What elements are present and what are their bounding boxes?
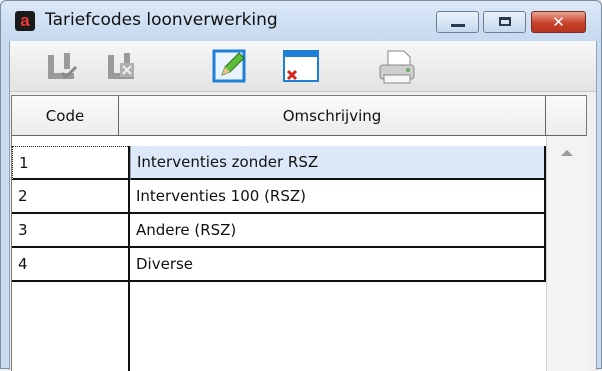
vertical-scrollbar[interactable] — [546, 136, 587, 371]
window-title: Tariefcodes loonverwerking — [45, 10, 278, 30]
table-row[interactable]: 2 Interventies 100 (RSZ) — [12, 180, 546, 214]
close-icon: ✕ — [552, 13, 565, 31]
save-confirm-icon — [48, 53, 78, 80]
minimize-button[interactable] — [436, 11, 479, 33]
cell-code[interactable]: 3 — [12, 214, 130, 248]
close-form-icon — [283, 50, 319, 82]
save-confirm-button[interactable] — [46, 49, 82, 85]
save-cancel-icon — [108, 53, 134, 79]
table-row[interactable]: 3 Andere (RSZ) — [12, 214, 546, 248]
column-header-omschrijving[interactable]: Omschrijving — [119, 96, 546, 136]
grid-gap — [12, 136, 546, 146]
app-icon[interactable]: a — [15, 11, 35, 31]
tariff-code-table: Code Omschrijving 1 Interventies zonder … — [11, 95, 587, 371]
print-button[interactable] — [376, 49, 420, 85]
maximize-button[interactable] — [483, 11, 526, 33]
cell-code[interactable]: 1 — [12, 146, 130, 180]
save-cancel-button[interactable] — [106, 49, 142, 85]
title-bar[interactable]: a Tariefcodes loonverwerking ✕ — [1, 1, 601, 41]
app-icon-letter: a — [20, 11, 30, 30]
cell-omschrijving[interactable]: Interventies 100 (RSZ) — [130, 180, 546, 214]
maximize-icon — [499, 17, 511, 26]
edit-pencil-icon — [212, 49, 246, 83]
cell-omschrijving[interactable]: Interventies zonder RSZ — [130, 146, 546, 180]
close-button[interactable]: ✕ — [531, 11, 586, 33]
toolbar — [10, 41, 596, 92]
cell-omschrijving[interactable]: Andere (RSZ) — [130, 214, 546, 248]
cell-code[interactable]: 2 — [12, 180, 130, 214]
column-header-code[interactable]: Code — [12, 96, 119, 136]
scroll-up-arrow-icon[interactable] — [561, 150, 573, 156]
cell-omschrijving[interactable]: Diverse — [130, 248, 546, 282]
cell-code[interactable]: 4 — [12, 248, 130, 282]
close-form-button[interactable] — [282, 49, 319, 85]
minimize-icon — [451, 24, 465, 27]
printer-icon — [379, 50, 415, 84]
column-divider — [128, 146, 130, 371]
table-row[interactable]: 4 Diverse — [12, 248, 546, 282]
app-window: a Tariefcodes loonverwerking ✕ Code Omsc… — [0, 0, 602, 371]
table-row[interactable]: 1 Interventies zonder RSZ — [12, 146, 546, 180]
column-header-spacer — [546, 96, 586, 136]
edit-button[interactable] — [212, 49, 248, 85]
